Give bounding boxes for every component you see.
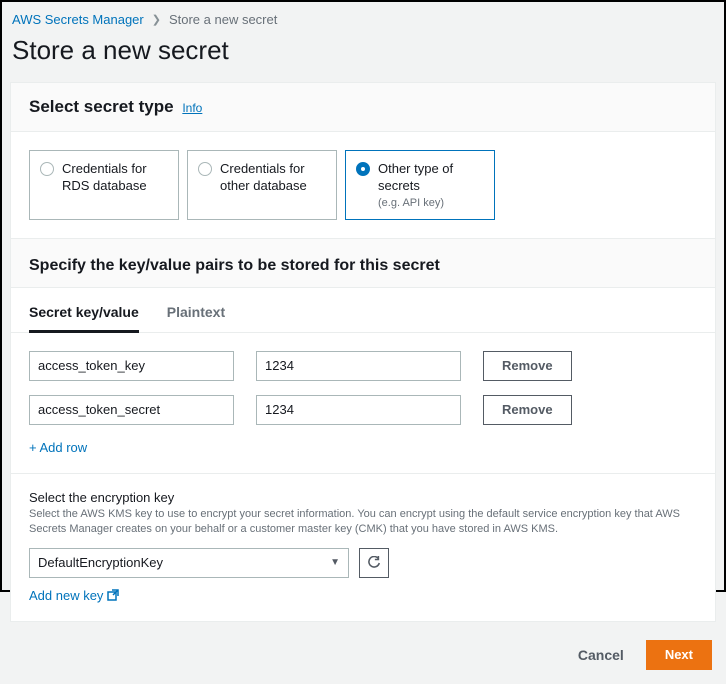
secret-type-heading-text: Select secret type <box>29 97 174 116</box>
add-row-link[interactable]: + Add row <box>29 440 87 455</box>
secret-key-input[interactable] <box>29 351 234 381</box>
radio-label: Credentials for other database <box>220 161 326 195</box>
remove-button[interactable]: Remove <box>483 351 572 381</box>
kv-rows: Remove Remove + Add row <box>11 333 715 473</box>
kv-row: Remove <box>29 395 697 425</box>
breadcrumb-root-link[interactable]: AWS Secrets Manager <box>12 12 144 27</box>
kv-row: Remove <box>29 351 697 381</box>
radio-label: Credentials for RDS database <box>62 161 168 195</box>
radio-hint: (e.g. API key) <box>378 197 484 209</box>
encryption-key-select[interactable]: DefaultEncryptionKey ▼ <box>29 548 349 578</box>
cancel-button[interactable]: Cancel <box>566 641 636 669</box>
kv-tabs: Secret key/value Plaintext <box>11 288 715 333</box>
radio-other-db-credentials[interactable]: Credentials for other database <box>187 150 337 220</box>
add-new-key-link[interactable]: Add new key <box>29 588 119 603</box>
external-link-icon <box>107 589 119 601</box>
tab-plaintext[interactable]: Plaintext <box>167 304 225 332</box>
radio-rds-credentials[interactable]: Credentials for RDS database <box>29 150 179 220</box>
secret-key-input[interactable] <box>29 395 234 425</box>
encryption-section: Select the encryption key Select the AWS… <box>11 473 715 621</box>
radio-icon <box>40 162 54 176</box>
radio-other-secrets[interactable]: Other type of secrets (e.g. API key) <box>345 150 495 220</box>
secret-value-input[interactable] <box>256 351 461 381</box>
caret-down-icon: ▼ <box>330 557 340 568</box>
secret-panel: Select secret type Info Credentials for … <box>10 82 716 622</box>
tab-secret-key-value[interactable]: Secret key/value <box>29 304 139 333</box>
chevron-right-icon: ❯ <box>152 13 161 26</box>
breadcrumb: AWS Secrets Manager ❯ Store a new secret <box>2 2 724 29</box>
secret-value-input[interactable] <box>256 395 461 425</box>
kv-heading: Specify the key/value pairs to be stored… <box>11 238 715 288</box>
encryption-key-selected: DefaultEncryptionKey <box>38 555 163 570</box>
encryption-description: Select the AWS KMS key to use to encrypt… <box>29 507 697 538</box>
refresh-icon <box>367 556 381 570</box>
secret-type-options: Credentials for RDS database Credentials… <box>11 132 715 238</box>
next-button[interactable]: Next <box>646 640 712 670</box>
radio-icon <box>356 162 370 176</box>
remove-button[interactable]: Remove <box>483 395 572 425</box>
radio-icon <box>198 162 212 176</box>
refresh-button[interactable] <box>359 548 389 578</box>
add-new-key-label: Add new key <box>29 588 103 603</box>
breadcrumb-current: Store a new secret <box>169 12 277 27</box>
secret-type-heading: Select secret type Info <box>11 83 715 132</box>
footer-actions: Cancel Next <box>2 640 724 684</box>
page-title: Store a new secret <box>2 29 724 82</box>
info-link[interactable]: Info <box>182 101 202 115</box>
radio-label: Other type of secrets <box>378 161 484 195</box>
encryption-label: Select the encryption key <box>29 490 697 505</box>
